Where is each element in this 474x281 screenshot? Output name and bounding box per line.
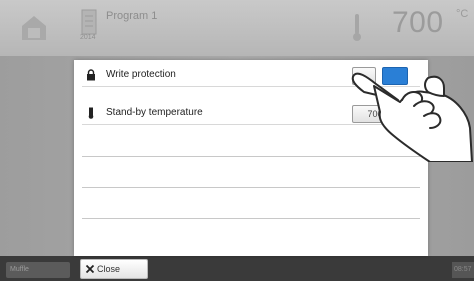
lock-icon bbox=[87, 69, 95, 81]
footer-clock: 08:57 bbox=[452, 262, 474, 278]
thermometer-icon bbox=[88, 107, 94, 119]
close-button[interactable]: Close bbox=[80, 259, 148, 279]
list-divider bbox=[82, 187, 420, 188]
setting-label: Write protection bbox=[106, 69, 176, 80]
close-icon bbox=[85, 264, 95, 274]
program-number: 2014 bbox=[80, 34, 96, 41]
program-title: Program 1 bbox=[106, 10, 158, 22]
thermometer-icon bbox=[353, 14, 361, 41]
list-divider bbox=[82, 218, 420, 219]
current-temperature: 700 bbox=[392, 6, 444, 39]
pointing-hand-icon bbox=[351, 72, 473, 162]
furnace-icon bbox=[22, 16, 46, 40]
close-label: Close bbox=[97, 264, 121, 274]
footer-bar bbox=[0, 256, 474, 281]
temperature-unit: °C bbox=[456, 8, 469, 20]
setting-label: Stand-by temperature bbox=[106, 107, 203, 118]
footer-mode-button[interactable]: Muffle bbox=[6, 262, 70, 278]
